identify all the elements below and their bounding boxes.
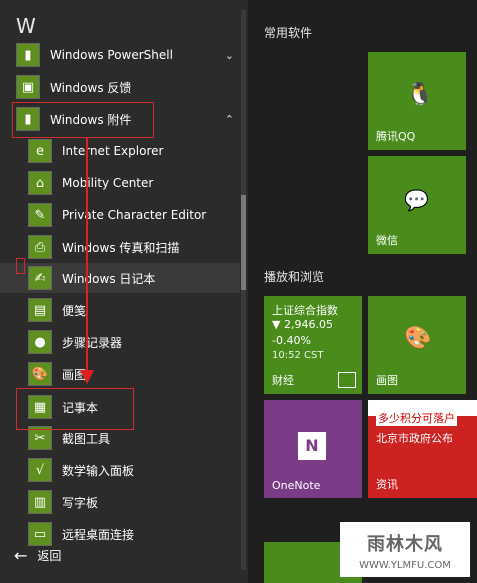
sticky-notes-icon: ▤ xyxy=(28,298,52,322)
menu-item-label: 步骤记录器 xyxy=(62,335,123,350)
menu-item-label: Private Character Editor xyxy=(62,208,207,222)
tile-wechat[interactable]: 💬 微信 xyxy=(368,156,466,254)
menu-item-sticky-notes[interactable]: ▤ 便笺 xyxy=(0,295,240,325)
menu-item-steps-recorder[interactable]: ● 步骤记录器 xyxy=(0,327,240,357)
menu-item-internet-explorer[interactable]: e Internet Explorer xyxy=(0,136,240,166)
news-headline-2: 北京市政府公布 xyxy=(376,432,453,445)
menu-item-label: 截图工具 xyxy=(62,431,111,446)
menu-item-fax-scan[interactable]: ⎙ Windows 传真和扫描 xyxy=(0,232,240,262)
menu-item-label: Windows 传真和扫描 xyxy=(62,240,180,255)
menu-item-math-input[interactable]: √ 数学输入面板 xyxy=(0,455,240,485)
tile-news[interactable]: 多少积分可落户 北京市政府公布 资讯 xyxy=(368,400,477,498)
menu-item-label: Windows 反馈 xyxy=(50,80,132,95)
menu-item-paint[interactable]: 🎨 画图 xyxy=(0,359,240,389)
menu-item-label: Windows 日记本 xyxy=(62,271,156,286)
tile-label: OneNote xyxy=(272,479,321,492)
fax-scan-icon: ⎙ xyxy=(28,235,52,259)
tile-label: 画图 xyxy=(376,374,398,387)
tiles-panel: 常用软件 🐧 腾讯QQ 💬 微信 播放和浏览 上证综合指数 ▼ 2,946.05… xyxy=(248,0,477,583)
news-headline-1: 多少积分可落户 xyxy=(376,410,457,426)
tile-label: 资讯 xyxy=(376,478,398,491)
tile-qq[interactable]: 🐧 腾讯QQ xyxy=(368,52,466,150)
menu-item-feedback[interactable]: ▣ Windows 反馈 xyxy=(0,72,240,102)
back-label: 返回 xyxy=(37,549,62,563)
menu-item-powershell[interactable]: ▮ Windows PowerShell ⌄ xyxy=(0,40,240,70)
character-editor-icon: ✎ xyxy=(28,203,52,227)
menu-item-label: Internet Explorer xyxy=(62,144,164,158)
chevron-up-icon: ⌃ xyxy=(224,112,234,126)
paint-palette-icon: 🎨 xyxy=(404,326,432,351)
tile-label: 财经 xyxy=(272,374,294,387)
folder-icon: ▮ xyxy=(16,43,40,67)
menu-item-label: Windows PowerShell xyxy=(50,48,173,62)
menu-item-label: 写字板 xyxy=(62,495,99,510)
tile-label: 微信 xyxy=(376,234,398,247)
paint-icon: 🎨 xyxy=(28,362,52,386)
menu-item-mobility-center[interactable]: ⌂ Mobility Center xyxy=(0,168,240,198)
menu-item-label: 数学输入面板 xyxy=(62,463,135,478)
mobility-center-icon: ⌂ xyxy=(28,171,52,195)
arrow-left-icon: ← xyxy=(14,546,28,565)
watermark-title: 雨林木风 xyxy=(367,534,443,555)
chevron-down-icon: ⌄ xyxy=(224,48,234,62)
finance-index-change: -0.40% xyxy=(272,334,311,347)
tile-label: 腾讯QQ xyxy=(376,130,416,143)
finance-index-value: ▼ 2,946.05 xyxy=(272,318,333,331)
highlight-box-small xyxy=(16,258,25,274)
menu-item-wordpad[interactable]: ▥ 写字板 xyxy=(0,487,240,517)
menu-item-private-character-editor[interactable]: ✎ Private Character Editor xyxy=(0,200,240,230)
feedback-icon: ▣ xyxy=(16,75,40,99)
journal-icon: ✍ xyxy=(28,266,52,290)
watermark-logo: 雨林木风 WWW.YLMFU.COM xyxy=(340,522,470,577)
section-title-play: 播放和浏览 xyxy=(264,270,325,284)
back-button[interactable]: ← 返回 xyxy=(14,546,61,565)
highlight-box-accessories xyxy=(12,102,154,138)
finance-index-name: 上证综合指数 xyxy=(272,304,338,317)
remote-desktop-icon: ▭ xyxy=(28,522,52,546)
menu-item-journal[interactable]: ✍ Windows 日记本 xyxy=(0,263,240,293)
steps-recorder-icon: ● xyxy=(28,330,52,354)
annotation-arrow-head xyxy=(80,370,94,384)
finance-timestamp: 10:52 CST xyxy=(272,350,324,361)
qq-icon: 🐧 xyxy=(406,82,434,107)
annotation-arrow xyxy=(86,138,88,373)
tile-paint[interactable]: 🎨 画图 xyxy=(368,296,466,394)
section-title-common: 常用软件 xyxy=(264,26,313,40)
watermark-url: WWW.YLMFU.COM xyxy=(359,560,451,571)
app-list-panel: W ▮ Windows PowerShell ⌄ ▣ Windows 反馈 ▮ … xyxy=(0,0,248,583)
wordpad-icon: ▥ xyxy=(28,490,52,514)
scrollbar[interactable] xyxy=(241,10,246,570)
menu-item-label: 远程桌面连接 xyxy=(62,527,135,542)
group-letter[interactable]: W xyxy=(16,14,36,38)
chart-icon xyxy=(338,372,356,388)
scrollbar-thumb[interactable] xyxy=(241,195,246,290)
wechat-icon: 💬 xyxy=(404,188,429,212)
menu-item-label: Mobility Center xyxy=(62,176,154,190)
tile-onenote[interactable]: N OneNote xyxy=(264,400,362,498)
highlight-box-notepad xyxy=(16,388,134,430)
onenote-icon: N xyxy=(298,432,326,460)
menu-item-remote-desktop[interactable]: ▭ 远程桌面连接 xyxy=(0,519,240,549)
internet-explorer-icon: e xyxy=(28,139,52,163)
menu-item-label: 便笺 xyxy=(62,303,87,318)
tile-finance[interactable]: 上证综合指数 ▼ 2,946.05 -0.40% 10:52 CST 财经 xyxy=(264,296,362,394)
math-input-icon: √ xyxy=(28,458,52,482)
